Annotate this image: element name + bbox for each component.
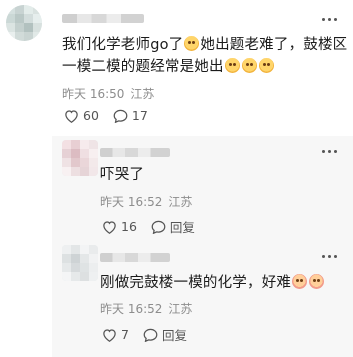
comment-text-part3: 一模二模的题经常是她出 — [62, 59, 224, 75]
reply-time: 昨天 16:52 — [100, 195, 163, 209]
like-count: 60 — [83, 108, 99, 123]
more-dots-icon[interactable] — [322, 148, 338, 154]
reply-avatar[interactable] — [62, 140, 98, 176]
heart-icon — [103, 328, 116, 342]
crying-emoji-icon — [309, 274, 325, 289]
comment-text: 我们化学老师go了 她出题老难了，鼓楼区 一模二模的题经常是她出 — [62, 34, 352, 78]
comment-icon — [143, 328, 158, 342]
more-dots-icon[interactable] — [322, 253, 338, 259]
more-dots-icon[interactable] — [322, 16, 338, 22]
comment-meta: 昨天 16:50 江苏 — [62, 85, 154, 102]
emoji-icon — [258, 58, 274, 73]
reply-location: 江苏 — [168, 302, 193, 316]
like-button[interactable]: 16 — [102, 219, 137, 234]
emoji-icon — [224, 58, 240, 73]
comment-location: 江苏 — [130, 87, 155, 101]
username-redacted[interactable] — [62, 14, 144, 23]
comment-icon — [151, 220, 166, 234]
reply-time: 昨天 16:52 — [100, 302, 163, 316]
reply-meta: 昨天 16:52 江苏 — [100, 300, 192, 317]
emoji-icon — [241, 58, 257, 73]
reply-actions: 7 回复 — [102, 325, 187, 344]
reply-username-redacted[interactable] — [100, 253, 170, 262]
user-avatar[interactable] — [6, 5, 42, 41]
reply-button[interactable]: 回复 — [151, 217, 195, 236]
like-count: 16 — [121, 219, 137, 234]
comment-actions: 60 17 — [64, 108, 148, 123]
heart-icon — [103, 220, 116, 234]
comment-text-part1: 我们化学老师go了 — [62, 37, 184, 53]
like-button[interactable]: 7 — [102, 327, 129, 342]
heart-icon — [65, 109, 78, 123]
like-button[interactable]: 60 — [64, 108, 99, 123]
reply-button[interactable]: 回复 — [143, 325, 187, 344]
comment-time: 昨天 16:50 — [62, 87, 125, 101]
crying-emoji-icon — [292, 274, 308, 289]
reply-text: 吓哭了 — [100, 167, 145, 183]
emoji-icon — [184, 36, 200, 51]
reply-count-button[interactable]: 17 — [113, 108, 148, 123]
reply-username-redacted[interactable] — [100, 148, 170, 157]
reply-text: 刚做完鼓楼一模的化学，好难 — [100, 272, 325, 294]
reply-actions: 16 回复 — [102, 217, 195, 236]
reply-avatar[interactable] — [62, 245, 98, 281]
reply-location: 江苏 — [168, 195, 193, 209]
reply-meta: 昨天 16:52 江苏 — [100, 193, 192, 210]
comment-text-part2: 她出题老难了，鼓楼区 — [200, 37, 348, 53]
reply-text-body: 刚做完鼓楼一模的化学，好难 — [100, 275, 292, 291]
reply-label: 回复 — [161, 328, 187, 343]
like-count: 7 — [121, 327, 129, 342]
comment-icon — [113, 109, 128, 123]
reply-count: 17 — [131, 108, 148, 123]
reply-label: 回复 — [169, 220, 195, 235]
